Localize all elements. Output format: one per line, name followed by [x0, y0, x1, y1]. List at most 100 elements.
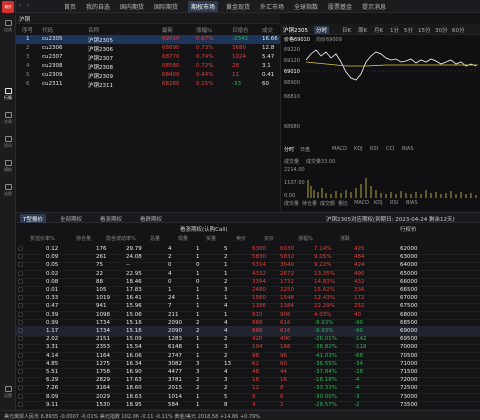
tab-global-index[interactable]: 全球指数	[294, 2, 318, 11]
tab-rsi[interactable]: RSI	[370, 146, 378, 152]
tab-kdj-sub[interactable]: KDJ	[374, 200, 383, 206]
tab-intraday[interactable]: 分时	[314, 26, 330, 34]
watchlist-row[interactable]: 5 cu2309 沪铜2309 68400 0.44% 11 0.41	[16, 71, 280, 80]
strike-price[interactable]: 65000	[400, 271, 418, 277]
strike-price[interactable]: 64000	[400, 262, 418, 268]
row-checkbox-icon[interactable]: ▢	[18, 402, 23, 408]
tab-macd-sub[interactable]: MACD	[354, 200, 369, 206]
watchlist-group[interactable]: 沪铜	[19, 15, 30, 23]
volume-chart[interactable]	[306, 166, 478, 198]
back-arrow-icon[interactable]: ‹	[19, 2, 21, 9]
watchlist-row[interactable]: 3 cu2307 沪铜2307 68770 0.74% 1024 5.47	[16, 53, 280, 62]
tab-kdj[interactable]: KDJ	[354, 146, 363, 152]
sidebar-item-5[interactable]: 选股	[0, 184, 16, 197]
row-checkbox-icon[interactable]: ▢	[18, 303, 23, 309]
row-checkbox-icon[interactable]: ▢	[18, 246, 23, 252]
watchlist-row[interactable]: 2 cu2306 沪铜2306 68890 0.73% 3680 12.8	[16, 44, 280, 53]
strike-price[interactable]: 69000	[400, 328, 418, 334]
tab-home[interactable]: 首页	[64, 2, 76, 11]
tab-bias-sub[interactable]: BIAS	[406, 200, 418, 206]
strike-price[interactable]: 67500	[400, 303, 418, 309]
row-checkbox-icon[interactable]: ▢	[18, 353, 23, 359]
strike-price[interactable]: 62000	[400, 246, 418, 252]
strike-price[interactable]: 67000	[400, 295, 418, 301]
strike-price[interactable]: 70000	[400, 344, 418, 350]
strike-price[interactable]: 71500	[400, 369, 418, 375]
row-checkbox-icon[interactable]: ▢	[18, 377, 23, 383]
sidebar-item-1[interactable]: 行情	[0, 88, 16, 101]
tab-weekly-k[interactable]: 周K	[358, 26, 367, 34]
tab-5min[interactable]: 5分	[404, 26, 413, 34]
tab-options-market[interactable]: 期权市场	[188, 1, 219, 12]
tab-watchlist[interactable]: 我的自选	[86, 2, 110, 11]
watchlist-row[interactable]: 4 cu2308 沪铜2308 68580 0.72% 28 3.1	[16, 62, 280, 71]
tab-intraday-sub[interactable]: 分时	[284, 146, 294, 153]
sidebar-item-2[interactable]: 交易	[0, 112, 16, 125]
sidebar-item-6[interactable]: 设置	[0, 386, 16, 399]
row-checkbox-icon[interactable]: ▢	[18, 336, 23, 342]
tab-forex[interactable]: 外汇市场	[260, 2, 284, 11]
tab-intl-futures[interactable]: 国际期货	[154, 2, 178, 11]
watchlist-row[interactable]: 6 cu2311 沪铜2311 68260 0.15% -33 60	[16, 80, 280, 89]
strike-price[interactable]: 70500	[400, 353, 418, 359]
row-checkbox-icon[interactable]: ▢	[18, 385, 23, 391]
tab-monthly-k[interactable]: 月K	[374, 26, 383, 34]
row-checkbox-icon[interactable]: ▢	[18, 328, 23, 334]
tab-rsi-sub[interactable]: RSI	[390, 200, 398, 206]
tab-domestic-futures[interactable]: 国内期货	[120, 2, 144, 11]
row-checkbox-icon[interactable]: ▢	[18, 254, 23, 260]
tab-gold-spot[interactable]: 黄金现货	[226, 2, 250, 11]
tab-volume[interactable]: 成交量	[284, 200, 299, 207]
strike-price[interactable]: 69500	[400, 336, 418, 342]
row-checkbox-icon[interactable]: ▢	[18, 287, 23, 293]
row-checkbox-icon[interactable]: ▢	[18, 312, 23, 318]
tab-daily-k[interactable]: 日K	[342, 26, 351, 34]
row-checkbox-icon[interactable]: ▢	[18, 262, 23, 268]
tab-open-interest[interactable]: 持仓量	[302, 200, 317, 207]
tab-put-options[interactable]: 看跌期权	[140, 215, 162, 223]
sidebar-item-3[interactable]: 资讯	[0, 136, 16, 149]
tab-15min[interactable]: 15分	[418, 26, 431, 34]
row-checkbox-icon[interactable]: ▢	[18, 344, 23, 350]
strike-price[interactable]: 68500	[400, 320, 418, 326]
sidebar-item-4[interactable]: 模拟	[0, 160, 16, 173]
forward-arrow-icon[interactable]: ›	[27, 2, 29, 9]
app-logo[interactable]: 期货	[2, 1, 14, 13]
row-checkbox-icon[interactable]: ▢	[18, 320, 23, 326]
strike-price[interactable]: 66000	[400, 279, 418, 285]
tab-macd[interactable]: MACD	[332, 146, 347, 152]
tab-messages[interactable]: 提示消息	[362, 2, 386, 11]
tab-bias[interactable]: BIAS	[402, 146, 414, 152]
strike-price[interactable]: 73500	[400, 402, 418, 408]
strike-price[interactable]: 73000	[400, 394, 418, 400]
strike-price[interactable]: 66500	[400, 287, 418, 293]
tab-stocks-funds[interactable]: 股票基金	[328, 2, 352, 11]
row-change: 0.67%	[196, 36, 214, 42]
price-chart[interactable]	[306, 44, 478, 144]
tab-turnover[interactable]: 成交额	[320, 200, 335, 207]
row-checkbox-icon[interactable]: ▢	[18, 394, 23, 400]
tab-30min[interactable]: 30分	[435, 26, 448, 34]
tab-cci[interactable]: CCI	[386, 146, 394, 152]
sidebar-item-0[interactable]: 自选	[0, 20, 16, 33]
row-checkbox-icon[interactable]: ▢	[18, 361, 23, 367]
row-checkbox-icon[interactable]: ▢	[18, 271, 23, 277]
row-checkbox-icon[interactable]: ▢	[18, 369, 23, 375]
tab-call-options[interactable]: 看涨期权	[100, 215, 122, 223]
option-row[interactable]: ▢ 9.11 1530 18.95 584 1 8 4 2 -28.57% -2 73500	[16, 400, 480, 411]
tab-1min[interactable]: 1分	[390, 26, 399, 34]
strike-price[interactable]: 72500	[400, 385, 418, 391]
strike-price[interactable]: 71000	[400, 361, 418, 367]
tab-all-options[interactable]: 全部期权	[60, 215, 82, 223]
tab-60min[interactable]: 60分	[452, 26, 465, 34]
tab-day-session[interactable]: 日盘	[300, 146, 310, 153]
tab-volume-ratio[interactable]: 量比	[338, 200, 348, 207]
option-cell: 2090	[168, 328, 182, 334]
strike-price[interactable]: 68000	[400, 312, 418, 318]
watchlist-row[interactable]: 1 cu2305 沪铜2305 69010 0.67% -2342 16.66	[16, 35, 280, 44]
strike-price[interactable]: 72000	[400, 377, 418, 383]
row-checkbox-icon[interactable]: ▢	[18, 279, 23, 285]
row-checkbox-icon[interactable]: ▢	[18, 295, 23, 301]
strike-price[interactable]: 63000	[400, 254, 418, 260]
option-cell: 12.43%	[314, 295, 335, 302]
